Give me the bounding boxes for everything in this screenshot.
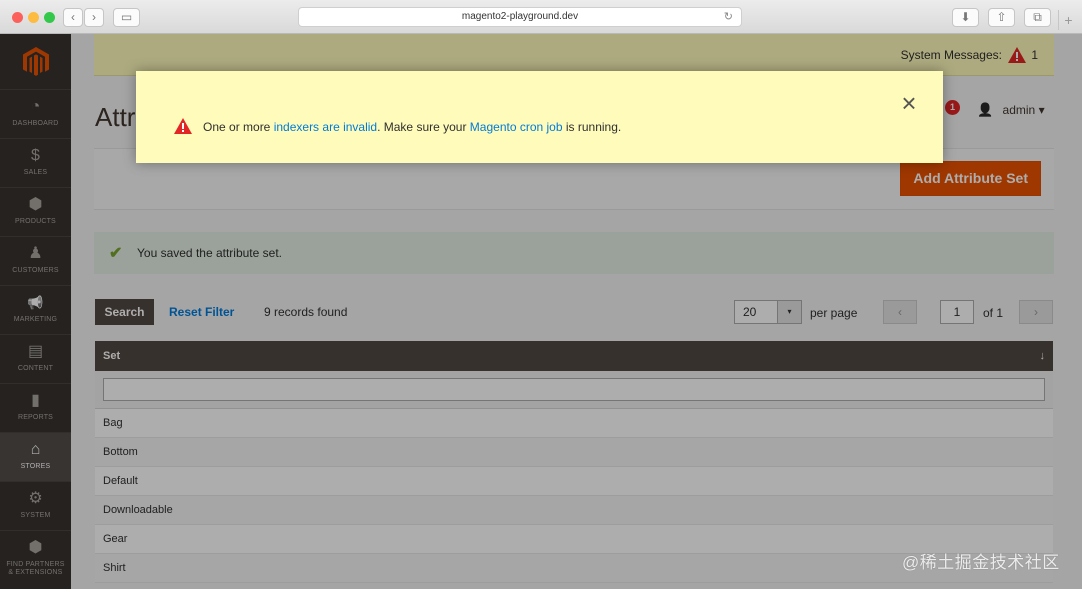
modal-text-before: One or more xyxy=(203,120,274,134)
indexer-warning-modal: One or more indexers are invalid. Make s… xyxy=(136,71,943,163)
close-window-button[interactable] xyxy=(12,12,23,23)
forward-icon[interactable]: › xyxy=(84,8,104,27)
download-icon[interactable]: ⬇ xyxy=(952,8,979,27)
share-icon[interactable]: ⇧ xyxy=(988,8,1015,27)
zoom-window-button[interactable] xyxy=(44,12,55,23)
indexers-link[interactable]: indexers are invalid xyxy=(274,120,377,134)
address-bar[interactable]: magento2-playground.dev ↻ xyxy=(298,7,742,27)
back-icon[interactable]: ‹ xyxy=(63,8,83,27)
close-icon[interactable]: × xyxy=(898,90,920,116)
url-text: magento2-playground.dev xyxy=(461,11,579,22)
modal-text-after: is running. xyxy=(562,120,622,134)
cron-job-link[interactable]: Magento cron job xyxy=(470,120,563,134)
new-tab-icon[interactable]: + xyxy=(1058,10,1078,30)
reload-icon[interactable]: ↻ xyxy=(724,8,733,26)
modal-message: One or more indexers are invalid. Make s… xyxy=(203,120,621,134)
minimize-window-button[interactable] xyxy=(28,12,39,23)
modal-text-middle: . Make sure your xyxy=(377,120,470,134)
watermark: @稀土掘金技术社区 xyxy=(902,553,1060,572)
warning-icon xyxy=(174,118,192,137)
sidebar-toggle-icon[interactable]: ▭ xyxy=(113,8,140,27)
tabs-icon[interactable]: ⧉ xyxy=(1024,8,1051,27)
browser-toolbar: ‹ › ▭ magento2-playground.dev ↻ ⬇ ⇧ ⧉ + xyxy=(0,0,1082,34)
